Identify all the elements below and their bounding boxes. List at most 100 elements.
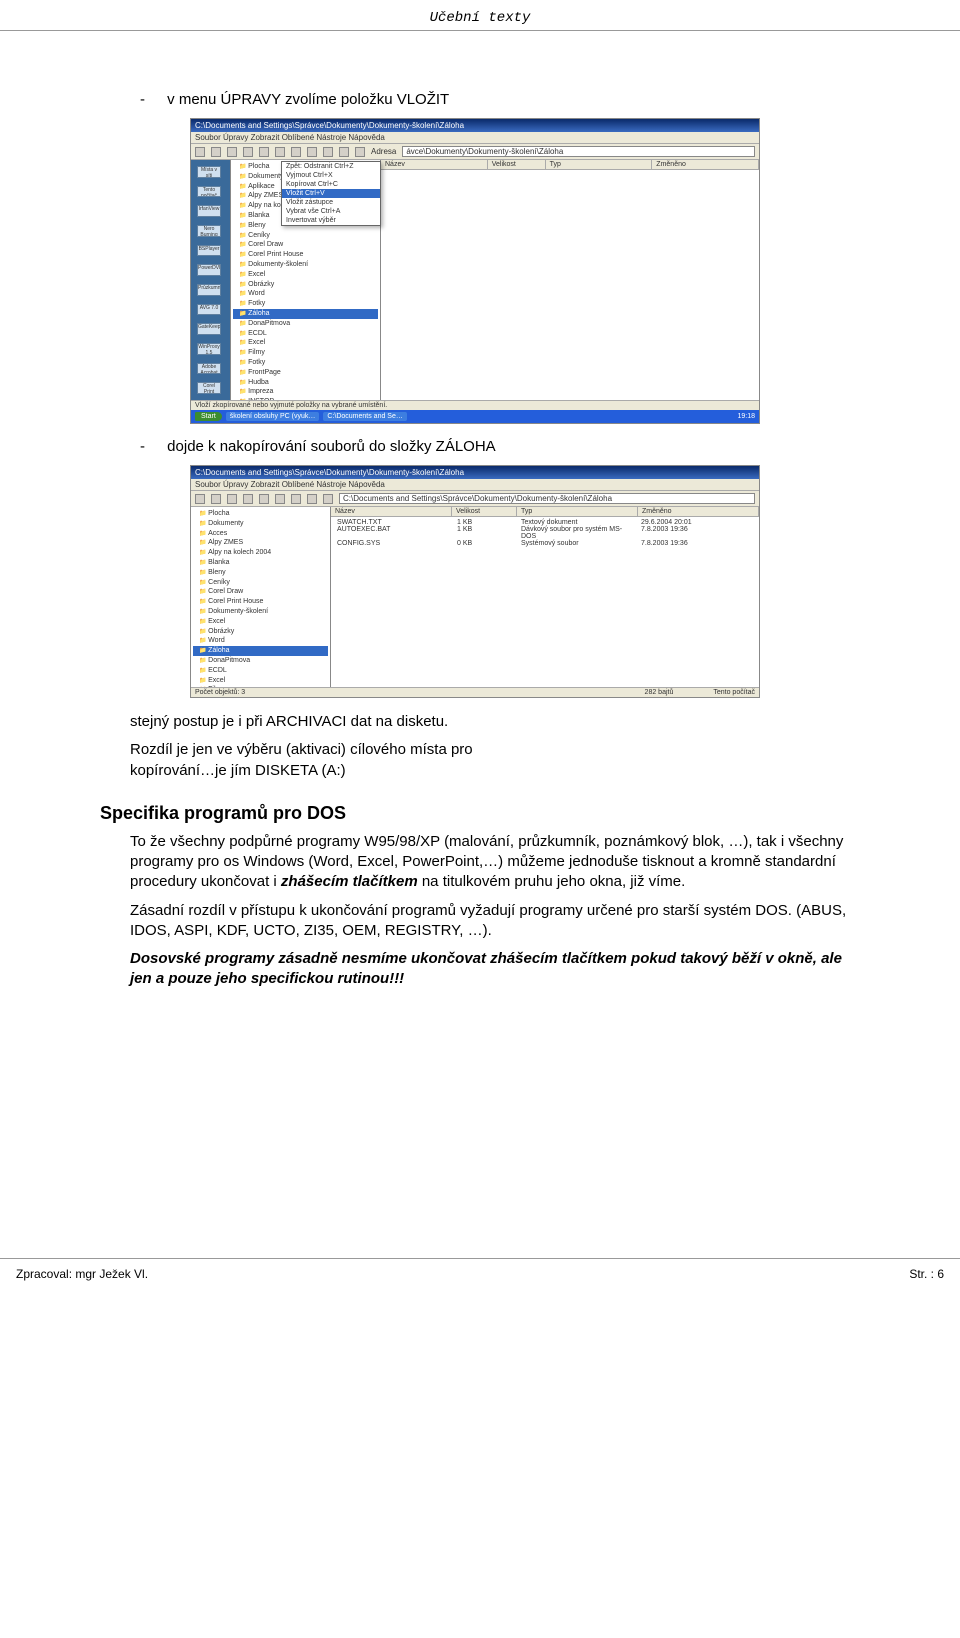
tree-item: ECDL <box>233 329 378 339</box>
tree-item: Excel <box>233 270 378 280</box>
file-cell: CONFIG.SYS <box>333 540 453 547</box>
desktop-icon: PowerDVD <box>197 264 221 276</box>
desktop-icon: IrfanView <box>197 205 221 217</box>
menu-item: Vybrat vše Ctrl+A <box>282 207 380 216</box>
desktop-icon: Průzkumník <box>197 284 221 296</box>
copy-icon <box>291 494 301 504</box>
tree-item: Corel Draw <box>233 240 378 250</box>
file-header: Název Velikost Typ Změněno <box>381 160 759 170</box>
status-loc: Tento počítač <box>713 689 755 696</box>
col-type: Typ <box>517 507 638 516</box>
footer-left: Zpracoval: mgr Ježek Vl. <box>16 1267 148 1281</box>
bullet-dash: - <box>140 91 145 108</box>
tree-item: Dokumenty-školení <box>193 607 328 617</box>
menu-item: Kopírovat Ctrl+C <box>282 180 380 189</box>
tree-item: FrontPage <box>233 368 378 378</box>
para-rozdil-a: Rozdíl je jen ve výběru (aktivaci) cílov… <box>130 741 473 758</box>
menu-item: Invertovat výběr <box>282 216 380 225</box>
clock: 19:18 <box>737 413 755 420</box>
folders-icon <box>259 147 269 157</box>
history-icon <box>275 147 285 157</box>
tree-item: Ceníky <box>233 231 378 241</box>
delete-icon <box>355 147 365 157</box>
tree-item: Alpy ZMES <box>193 538 328 548</box>
para-dos-1b: na titulkovém pruhu jeho okna, již víme. <box>418 873 686 890</box>
delete-icon <box>323 494 333 504</box>
desktop-icon: GateKeeper <box>197 323 221 335</box>
window-titlebar: C:\Documents and Settings\Správce\Dokume… <box>191 466 759 479</box>
col-name: Název <box>381 160 488 169</box>
taskbar-item: C:\Documents and Se… <box>323 412 406 421</box>
file-row: AUTOEXEC.BAT1 KBDávkový soubor pro systé… <box>333 526 757 540</box>
tree-item: Záloha <box>233 309 378 319</box>
copy-icon <box>307 147 317 157</box>
window-title: C:\Documents and Settings\Správce\Dokume… <box>195 121 464 130</box>
tree-item: INSTOP <box>233 397 378 400</box>
window-menubar: Soubor Úpravy Zobrazit Oblíbené Nástroje… <box>191 132 759 144</box>
tree-item: Fotky <box>233 358 378 368</box>
col-mod: Změněno <box>638 507 759 516</box>
file-cell: 1 KB <box>453 526 517 540</box>
col-size: Velikost <box>452 507 517 516</box>
tree-item: Fotky <box>233 299 378 309</box>
start-button: Start <box>195 412 222 421</box>
paste-icon <box>307 494 317 504</box>
tree-item: Corel Draw <box>193 587 328 597</box>
desktop-iconbar: Místa v sítiTento počítačIrfanViewNero B… <box>191 160 231 400</box>
file-cell: Dávkový soubor pro systém MS-DOS <box>517 526 637 540</box>
para-archivaci: stejný postup je i při ARCHIVACI dat na … <box>130 712 860 732</box>
tree-item: Excel <box>193 617 328 627</box>
col-type: Typ <box>546 160 653 169</box>
menu-item: Vložit Ctrl+V <box>282 189 380 198</box>
search-icon <box>243 494 253 504</box>
tree-item: Obrázky <box>233 280 378 290</box>
desktop-icon: Nero Burning <box>197 225 221 237</box>
tree-item: Corel Print House <box>233 250 378 260</box>
tree-item: Excel <box>233 338 378 348</box>
menu-item: Vložit zástupce <box>282 198 380 207</box>
edit-context-menu: Zpět: Odstranit Ctrl+ZVyjmout Ctrl+XKopí… <box>281 161 381 226</box>
page-header: Učební texty <box>0 0 960 31</box>
tree-item: Dokumenty <box>193 519 328 529</box>
desktop-icon: Adobe Acrobat <box>197 363 221 375</box>
window-toolbar: C:\Documents and Settings\Správce\Dokume… <box>191 491 759 507</box>
taskbar: Start školení obsluhy PC (vyuk… C:\Docum… <box>191 410 759 423</box>
paste-icon <box>323 147 333 157</box>
section-heading: Specifika programů pro DOS <box>100 803 860 824</box>
file-cell: 1 KB <box>453 519 517 526</box>
tree-item: Acces <box>193 529 328 539</box>
window-toolbar: Adresa ávce\Dokumenty\Dokumenty-školení\… <box>191 144 759 160</box>
address-label: Adresa <box>371 147 396 156</box>
desktop-icon: Tento počítač <box>197 186 221 198</box>
folders-icon <box>259 494 269 504</box>
up-icon <box>227 494 237 504</box>
footer-right: Str. : 6 <box>909 1267 944 1281</box>
tree-item: Plocha <box>193 509 328 519</box>
window-titlebar: C:\Documents and Settings\Správce\Dokume… <box>191 119 759 132</box>
status-size: 282 bajtů <box>645 689 674 696</box>
window-title: C:\Documents and Settings\Správce\Dokume… <box>195 468 464 477</box>
bullet-1: - v menu ÚPRAVY zvolíme položku VLOŽIT <box>140 91 860 108</box>
bullet-2-text: dojde k nakopírování souborů do složky Z… <box>167 438 496 455</box>
statusbar: Počet objektů: 3 282 bajtů Tento počítač <box>191 687 759 697</box>
screenshot-1: C:\Documents and Settings\Správce\Dokume… <box>190 118 760 424</box>
file-cell: SWATCH.TXT <box>333 519 453 526</box>
tree-item: Blanka <box>193 558 328 568</box>
file-cell: 29.6.2004 20:01 <box>637 519 757 526</box>
file-header: Název Velikost Typ Změněno <box>331 507 759 517</box>
status-count: Počet objektů: 3 <box>195 689 245 696</box>
tree-item: Alpy na kolech 2004 <box>193 548 328 558</box>
tree-item: Word <box>193 636 328 646</box>
desktop-icon: AVG 7.0 <box>197 304 221 316</box>
file-pane: Název Velikost Typ Změněno <box>381 160 759 400</box>
header-title: Učební texty <box>430 10 531 26</box>
menu-item: Vyjmout Ctrl+X <box>282 171 380 180</box>
file-cell: 7.8.2003 19:36 <box>637 526 757 540</box>
col-name: Název <box>331 507 452 516</box>
screenshot-2: C:\Documents and Settings\Správce\Dokume… <box>190 465 760 698</box>
file-cell: 7.8.2003 19:36 <box>637 540 757 547</box>
page-footer: Zpracoval: mgr Ježek Vl. Str. : 6 <box>0 1258 960 1295</box>
file-list: SWATCH.TXT1 KBTextový dokument29.6.2004 … <box>331 517 759 549</box>
tree-item: DonaPitmova <box>233 319 378 329</box>
address-bar: ávce\Dokumenty\Dokumenty-školení\Záloha <box>402 146 755 157</box>
